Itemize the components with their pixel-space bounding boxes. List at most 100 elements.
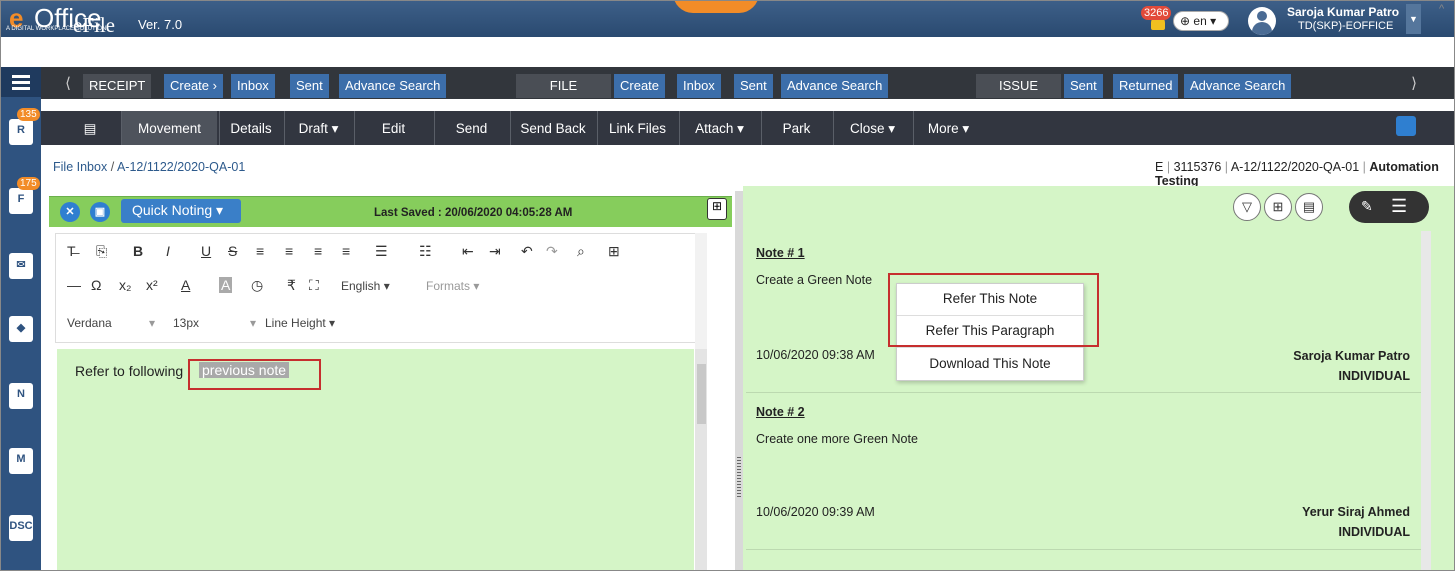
note-author: Yerur Siraj Ahmed bbox=[1302, 505, 1410, 519]
action-movement[interactable]: Movement bbox=[121, 111, 217, 145]
strikethrough-icon[interactable]: S bbox=[228, 243, 237, 259]
nav-right-arrow-icon[interactable]: ⟩ bbox=[1407, 74, 1421, 98]
expand-icon[interactable]: ⊞ bbox=[707, 198, 727, 220]
edit-note-icon[interactable]: ✎ bbox=[1361, 198, 1373, 215]
action-draft[interactable]: Draft ▾ bbox=[284, 111, 352, 145]
splitter-grip-icon[interactable] bbox=[737, 457, 741, 497]
language-dropdown[interactable]: ⊕ en ▾ bbox=[1173, 11, 1229, 31]
panel-splitter[interactable] bbox=[735, 191, 743, 570]
nav-file-inbox[interactable]: Inbox bbox=[677, 74, 721, 98]
receipt-icon[interactable]: R bbox=[9, 119, 33, 145]
note-body[interactable]: Create a Green Note bbox=[756, 273, 872, 287]
italic-icon[interactable]: I bbox=[166, 243, 170, 259]
user-menu-caret-icon[interactable]: ▼ bbox=[1406, 4, 1421, 34]
paste-icon[interactable]: ⎘ bbox=[96, 243, 107, 260]
action-more[interactable]: More ▾ bbox=[913, 111, 983, 145]
mail-icon[interactable]: ✉ bbox=[9, 253, 33, 279]
time-icon[interactable]: ◷ bbox=[251, 277, 263, 294]
text-color-icon[interactable]: A bbox=[181, 277, 190, 293]
file-view-icon[interactable]: ▤ bbox=[71, 111, 109, 145]
nav-receipt-sent[interactable]: Sent bbox=[290, 74, 329, 98]
list-icon[interactable]: ☰ bbox=[1391, 196, 1407, 217]
notes-scrollbar[interactable] bbox=[1421, 231, 1431, 570]
find-icon[interactable]: ⌕ bbox=[577, 243, 585, 260]
breadcrumb: File Inbox / A-12/1122/2020-QA-01 bbox=[53, 160, 245, 174]
nav-left-arrow-icon[interactable]: ⟨ bbox=[61, 74, 75, 98]
special-char-icon[interactable]: Ω bbox=[91, 277, 101, 293]
bullet-list-icon[interactable]: ☰ bbox=[375, 243, 388, 260]
action-link-files[interactable]: Link Files bbox=[597, 111, 677, 145]
save-icon[interactable]: ▣ bbox=[90, 202, 110, 222]
dsc-icon[interactable]: DSC bbox=[9, 515, 33, 541]
align-right-icon[interactable]: ≡ bbox=[314, 243, 322, 259]
action-details[interactable]: Details bbox=[219, 111, 282, 145]
document-icon[interactable]: ▤ bbox=[1295, 193, 1323, 221]
note-icon[interactable]: N bbox=[9, 383, 33, 409]
nav-receipt-inbox[interactable]: Inbox bbox=[231, 74, 275, 98]
fullscreen-icon[interactable]: ⛶ bbox=[309, 277, 319, 294]
nav-issue-advance-search[interactable]: Advance Search bbox=[1184, 74, 1292, 98]
note-title: Note # 2 bbox=[756, 405, 805, 419]
note-author: Saroja Kumar Patro bbox=[1293, 349, 1410, 363]
scroll-up-icon[interactable]: ^ bbox=[1439, 3, 1444, 15]
nav-issue-returned[interactable]: Returned bbox=[1113, 74, 1179, 98]
filter-icon[interactable]: ▽ bbox=[1233, 193, 1261, 221]
meeting-icon[interactable]: M bbox=[9, 448, 33, 474]
globe-icon: ⊕ bbox=[1180, 14, 1191, 28]
hamburger-menu-button[interactable] bbox=[1, 67, 41, 97]
action-close[interactable]: Close ▾ bbox=[833, 111, 911, 145]
outdent-icon[interactable]: ⇤ bbox=[462, 243, 474, 260]
last-saved-status: Last Saved : 20/06/2020 04:05:28 AM bbox=[374, 207, 573, 219]
justify-icon[interactable]: ≡ bbox=[342, 243, 350, 259]
avatar[interactable] bbox=[1248, 7, 1276, 35]
table-icon[interactable]: ⊞ bbox=[608, 243, 620, 260]
add-note-icon[interactable]: ⊞ bbox=[1264, 193, 1292, 221]
print-icon[interactable] bbox=[1396, 116, 1416, 136]
breadcrumb-file-inbox[interactable]: File Inbox bbox=[53, 160, 107, 174]
editor-scroll-thumb[interactable] bbox=[697, 364, 706, 424]
action-attach[interactable]: Attach ▾ bbox=[679, 111, 759, 145]
action-send[interactable]: Send bbox=[434, 111, 508, 145]
nav-file-advance-search[interactable]: Advance Search bbox=[781, 74, 889, 98]
size-chevron-icon: ▾ bbox=[250, 316, 257, 330]
line-height-select[interactable]: Line Height ▾ bbox=[265, 316, 335, 330]
nav-issue-sent[interactable]: Sent bbox=[1064, 74, 1103, 98]
action-edit[interactable]: Edit bbox=[354, 111, 432, 145]
font-select[interactable]: Verdana bbox=[67, 316, 112, 330]
bold-icon[interactable]: B bbox=[133, 243, 143, 259]
header-toggle-handle[interactable] bbox=[673, 1, 759, 13]
editor-language-select[interactable]: English ▾ bbox=[341, 279, 390, 293]
subscript-icon[interactable]: x₂ bbox=[119, 277, 131, 293]
close-icon[interactable]: ✕ bbox=[60, 202, 80, 222]
align-center-icon[interactable]: ≡ bbox=[285, 243, 293, 259]
nav-receipt-advance-search[interactable]: Advance Search bbox=[339, 74, 447, 98]
note-body[interactable]: Create one more Green Note bbox=[756, 432, 918, 446]
indent-icon[interactable]: ⇥ bbox=[489, 243, 501, 260]
undo-icon[interactable]: ↶ bbox=[521, 243, 533, 260]
breadcrumb-separator: / bbox=[110, 160, 115, 174]
language-label: en bbox=[1193, 14, 1207, 28]
font-size-select[interactable]: 13px bbox=[173, 316, 199, 330]
bg-color-icon[interactable]: A bbox=[219, 277, 233, 293]
action-park[interactable]: Park bbox=[761, 111, 831, 145]
nav-file-sent[interactable]: Sent bbox=[734, 74, 773, 98]
horizontal-line-icon[interactable]: — bbox=[67, 277, 81, 293]
nav-receipt-create[interactable]: Create › bbox=[164, 74, 223, 98]
quick-noting-dropdown[interactable]: Quick Noting ▾ bbox=[121, 199, 241, 223]
underline-icon[interactable]: U bbox=[201, 243, 211, 259]
notification-badge: 3266 bbox=[1141, 6, 1172, 20]
redo-icon[interactable]: ↷ bbox=[546, 243, 558, 260]
align-left-icon[interactable]: ≡ bbox=[256, 243, 264, 259]
rupee-icon[interactable]: ₹ bbox=[287, 277, 296, 294]
ctx-download-note[interactable]: Download This Note bbox=[897, 349, 1083, 379]
dak-icon[interactable]: ◆ bbox=[9, 316, 33, 342]
note-editor[interactable] bbox=[57, 349, 694, 570]
clear-format-icon[interactable]: T̶ bbox=[67, 243, 76, 259]
action-send-back[interactable]: Send Back bbox=[510, 111, 595, 145]
number-list-icon[interactable]: ☷ bbox=[419, 243, 432, 260]
formats-select[interactable]: Formats ▾ bbox=[426, 279, 479, 293]
file-icon[interactable]: F bbox=[9, 188, 33, 214]
superscript-icon[interactable]: x² bbox=[146, 277, 158, 293]
nav-file-create[interactable]: Create bbox=[614, 74, 666, 98]
note-type: INDIVIDUAL bbox=[1338, 369, 1410, 383]
